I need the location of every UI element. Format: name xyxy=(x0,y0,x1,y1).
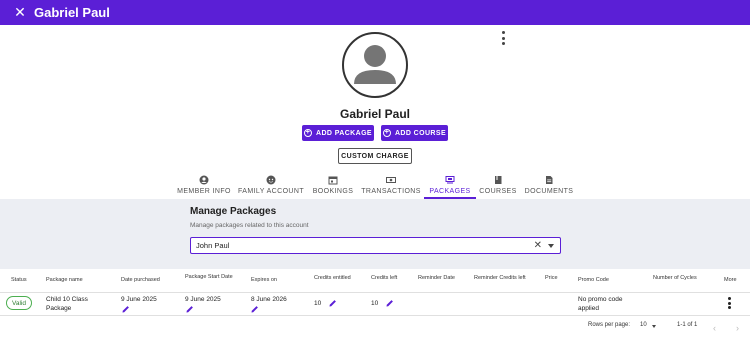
tab-label: MEMBER INFO xyxy=(177,188,231,195)
edit-icon[interactable] xyxy=(186,305,194,313)
expires-on: 8 June 2026 xyxy=(251,296,287,303)
tab-packages[interactable]: PACKAGES xyxy=(424,172,476,199)
tab-bar: MEMBER INFO FAMILY ACCOUNT BOOKINGS TRAN… xyxy=(0,172,750,199)
face-icon xyxy=(266,175,276,185)
col-expires-on: Expires on xyxy=(251,277,277,283)
prev-page-icon[interactable]: ‹ xyxy=(713,323,716,333)
promo-code-line1: No promo code xyxy=(578,296,623,303)
start-date: 9 June 2025 xyxy=(185,296,221,303)
tab-documents[interactable]: DOCUMENTS xyxy=(524,172,574,199)
package-name-line2: Package xyxy=(46,305,72,312)
rows-per-page-select[interactable]: 10 xyxy=(640,321,660,331)
col-credits-left: Credits left xyxy=(371,275,398,281)
tab-family-account[interactable]: FAMILY ACCOUNT xyxy=(238,172,304,199)
col-number-of-cycles: Number of Cycles xyxy=(653,275,697,281)
col-status: Status xyxy=(11,277,27,283)
header-divider xyxy=(0,292,750,293)
custom-charge-button[interactable]: CUSTOM CHARGE xyxy=(338,148,412,164)
credits-entitled: 10 xyxy=(314,300,322,307)
tab-label: BOOKINGS xyxy=(312,188,354,195)
package-icon xyxy=(445,176,455,184)
rows-per-page-label: Rows per page: xyxy=(588,322,631,328)
add-package-button[interactable]: + ADD PACKAGE xyxy=(302,125,374,141)
manage-packages-panel: Manage Packages Manage packages related … xyxy=(0,199,750,269)
window-title: Gabriel Paul xyxy=(34,5,110,20)
profile-name: Gabriel Paul xyxy=(339,107,411,121)
tab-member-info[interactable]: MEMBER INFO xyxy=(176,172,232,199)
close-icon[interactable]: ✕ xyxy=(12,4,28,21)
person-icon xyxy=(354,45,396,84)
tab-label: COURSES xyxy=(479,188,517,195)
col-more: More xyxy=(724,277,737,283)
add-course-label: ADD COURSE xyxy=(394,129,447,137)
section-subtitle: Manage packages related to this account xyxy=(190,222,309,229)
calendar-icon xyxy=(328,176,338,185)
package-name: Child 10 Class Package xyxy=(46,295,88,313)
section-title: Manage Packages xyxy=(190,206,277,217)
tab-bookings[interactable]: BOOKINGS xyxy=(310,172,356,199)
col-package-name: Package name xyxy=(46,277,83,283)
add-circle-icon: + xyxy=(304,129,312,137)
col-credits-entitled: Credits entitled xyxy=(314,275,351,281)
edit-icon[interactable] xyxy=(329,299,337,307)
next-page-icon[interactable]: › xyxy=(736,323,739,333)
tab-label: TRANSACTIONS xyxy=(361,188,421,195)
edit-icon[interactable] xyxy=(251,305,259,313)
tab-label: FAMILY ACCOUNT xyxy=(237,188,305,195)
col-date-purchased: Date purchased xyxy=(121,277,160,283)
col-reminder-date: Reminder Date xyxy=(418,275,455,281)
col-price: Price xyxy=(545,275,558,281)
add-course-button[interactable]: + ADD COURSE xyxy=(381,125,448,141)
document-icon xyxy=(546,176,553,184)
tab-label: PACKAGES xyxy=(429,188,471,195)
clear-icon[interactable]: ✕ xyxy=(534,240,542,251)
promo-code: No promo code applied xyxy=(578,295,622,313)
tab-transactions[interactable]: TRANSACTIONS xyxy=(361,172,421,199)
rows-per-page-value: 10 xyxy=(640,322,647,328)
avatar xyxy=(342,32,408,98)
money-icon xyxy=(386,177,396,183)
col-start-date: Package Start Date xyxy=(185,274,233,280)
tab-label: DOCUMENTS xyxy=(524,188,574,195)
row-more-icon[interactable] xyxy=(724,297,734,309)
page-more-icon[interactable] xyxy=(498,31,508,45)
add-circle-icon: + xyxy=(382,129,391,137)
app-bar: ✕ Gabriel Paul xyxy=(0,0,750,25)
edit-icon[interactable] xyxy=(386,299,394,307)
col-reminder-credits: Reminder Credits left xyxy=(474,275,526,281)
pagination-range: 1-1 of 1 xyxy=(677,322,698,328)
dropdown-arrow-icon[interactable] xyxy=(548,244,554,248)
book-icon xyxy=(495,176,502,184)
dropdown-arrow-icon xyxy=(652,325,656,328)
member-select-value: John Paul xyxy=(196,241,230,250)
row-divider xyxy=(0,315,750,316)
tab-courses[interactable]: COURSES xyxy=(478,172,518,199)
package-name-line1: Child 10 Class xyxy=(46,296,88,303)
account-circle-icon xyxy=(199,175,209,185)
date-purchased: 9 June 2025 xyxy=(121,296,157,303)
member-select[interactable]: John Paul ✕ xyxy=(190,237,561,254)
credits-left: 10 xyxy=(371,300,379,307)
promo-code-line2: applied xyxy=(578,305,599,312)
edit-icon[interactable] xyxy=(122,305,130,313)
add-package-label: ADD PACKAGE xyxy=(316,129,372,137)
status-badge: Valid xyxy=(6,296,32,310)
col-promo-code: Promo Code xyxy=(578,277,609,283)
